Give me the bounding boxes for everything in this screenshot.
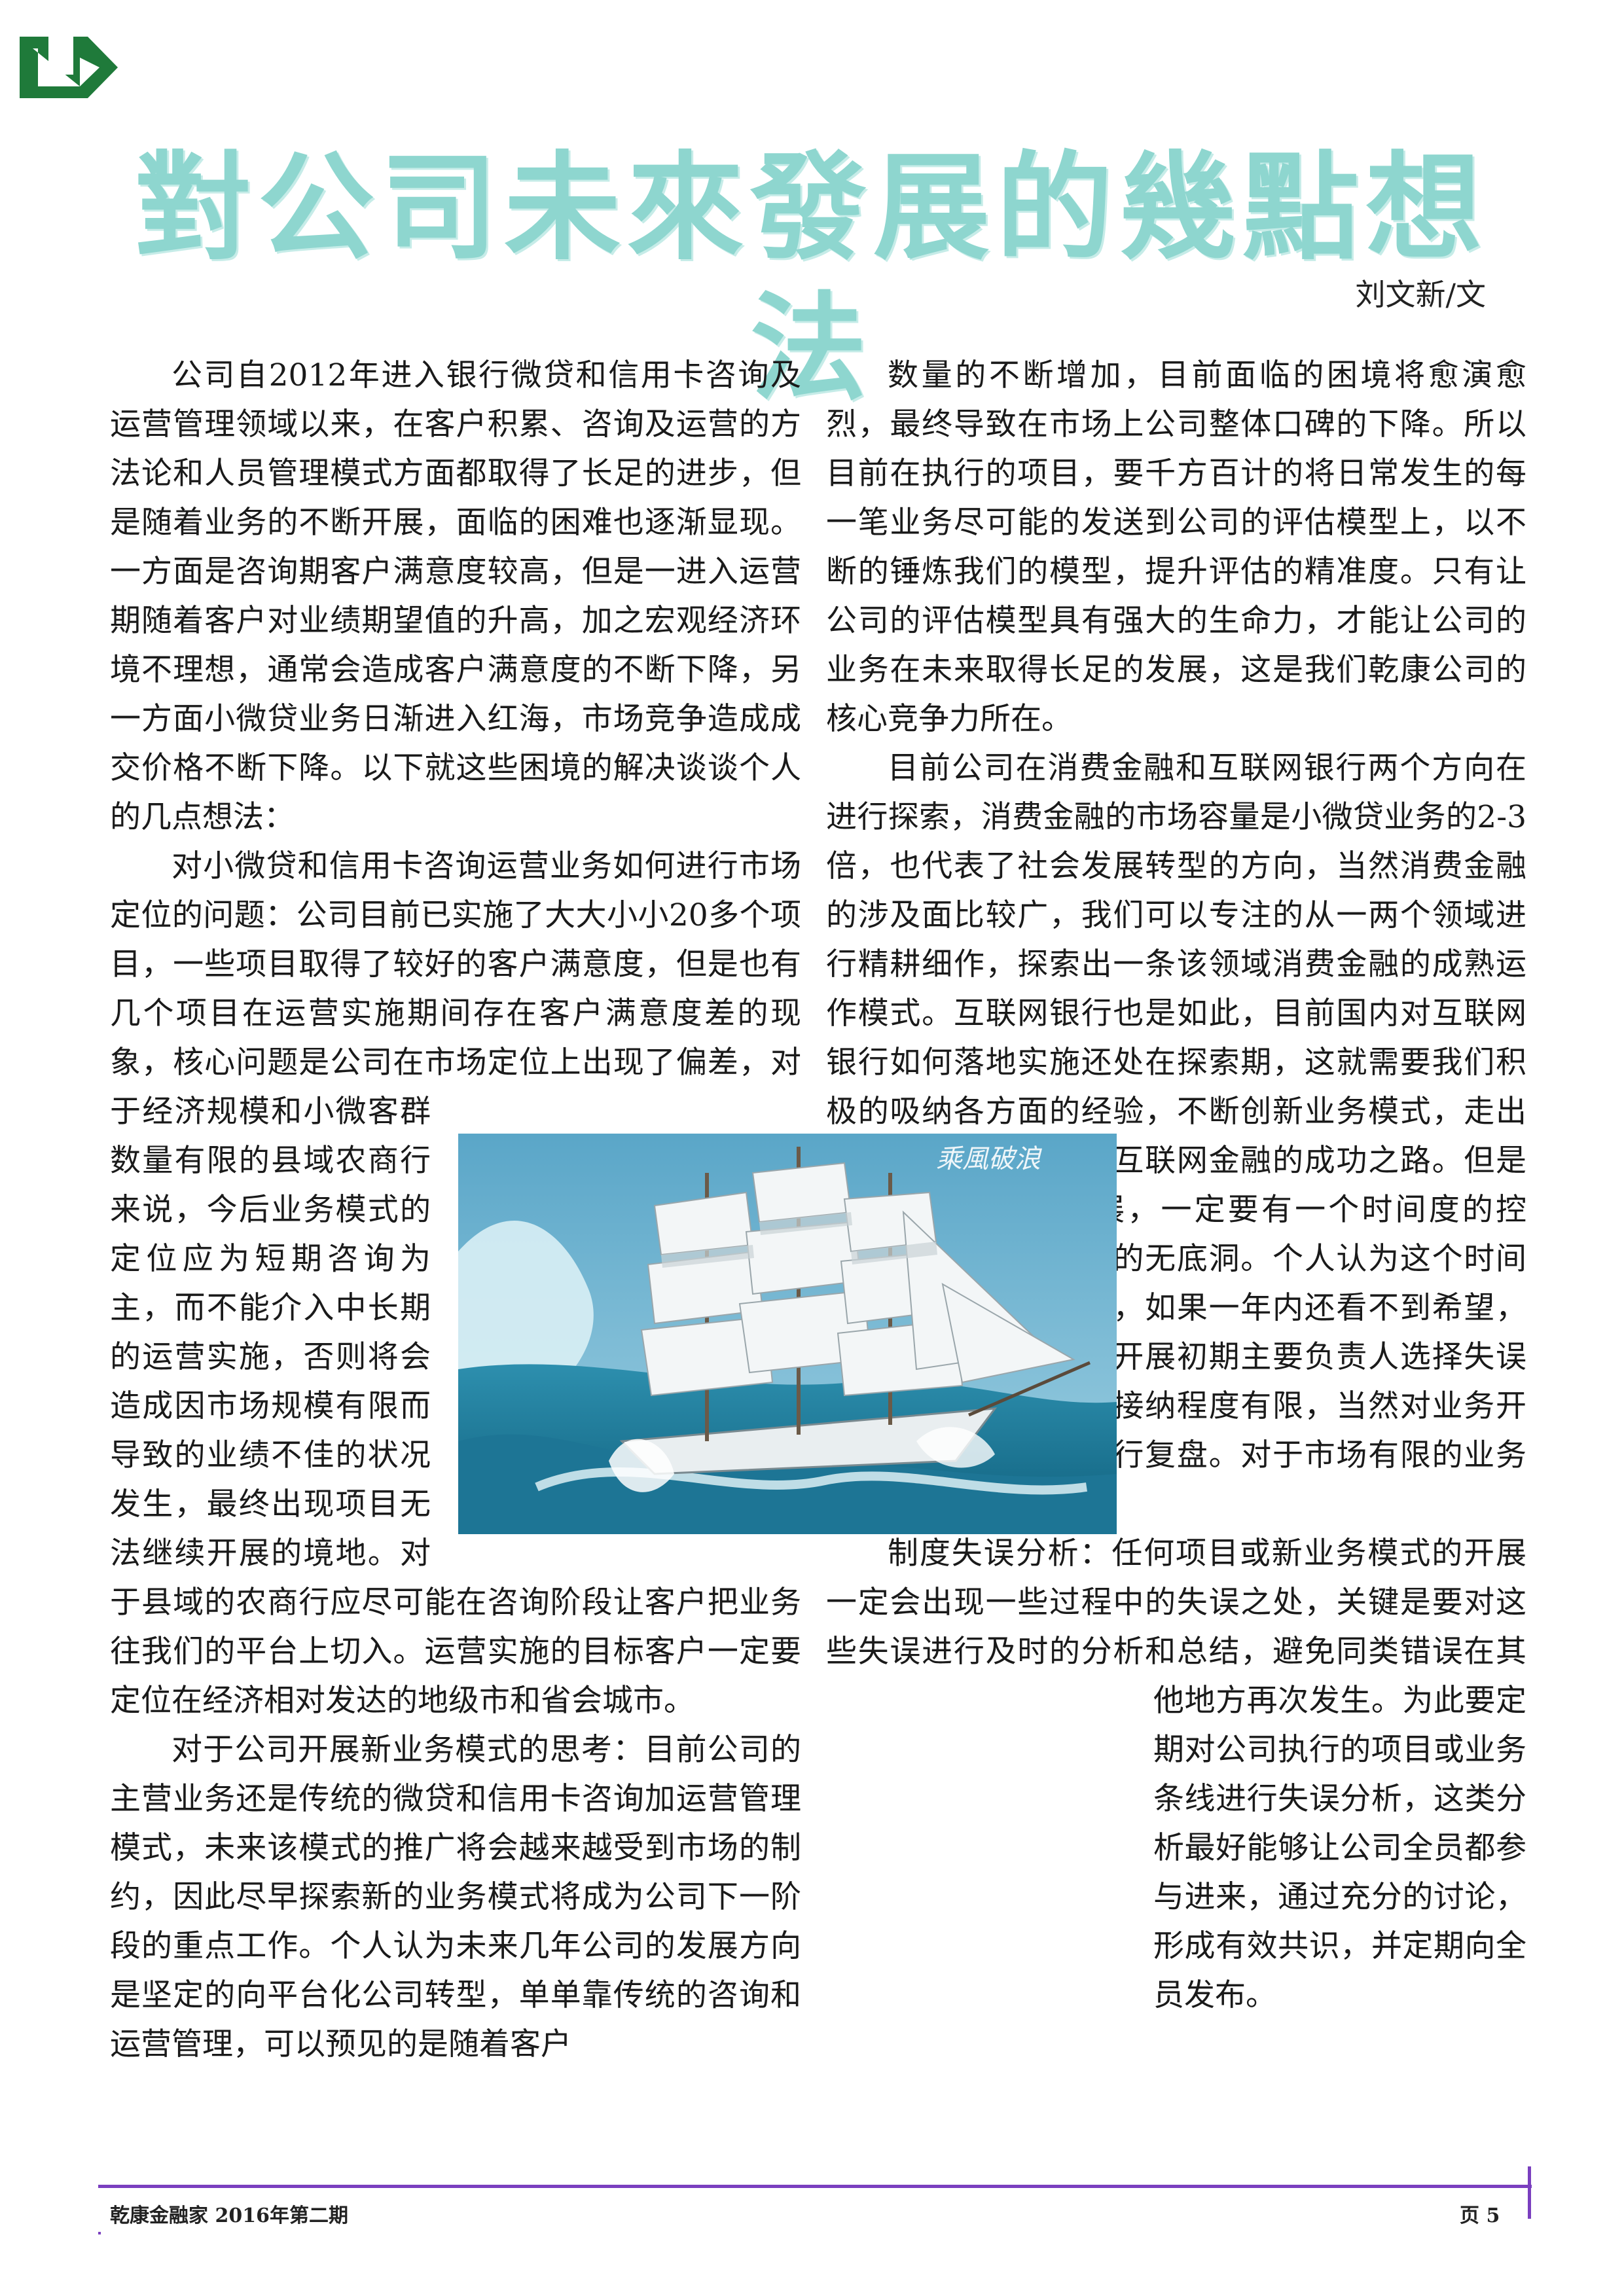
article-title: 對公司未來發展的幾點想法: [135, 140, 1489, 416]
sailing-ship-illustration: 乘風破浪: [458, 1134, 1117, 1534]
publication-info: 乾康金融家 2016年第二期: [110, 2204, 348, 2227]
footer-mark: [98, 2232, 101, 2234]
page-number: 页 5: [1460, 2204, 1500, 2227]
paragraph: 数量的不断增加，目前面临的困境将愈演愈烈，最终导致在市场上公司整体口碑的下降。所…: [826, 357, 1526, 737]
footer-rule: [98, 2185, 1532, 2188]
author-byline: 刘文新/文: [1355, 277, 1487, 312]
company-logo-icon: [20, 37, 118, 98]
paragraph: 公司自2012年进入银行微贷和信用卡咨询及运营管理领域以来，在客户积累、咨询及运…: [110, 357, 801, 835]
image-caption: 乘風破浪: [936, 1144, 1042, 1174]
paragraph: 对于公司开展新业务模式的思考：目前公司的主营业务还是传统的微贷和信用卡咨询加运营…: [110, 1732, 801, 2062]
footer-rule-vertical: [1528, 2166, 1531, 2219]
